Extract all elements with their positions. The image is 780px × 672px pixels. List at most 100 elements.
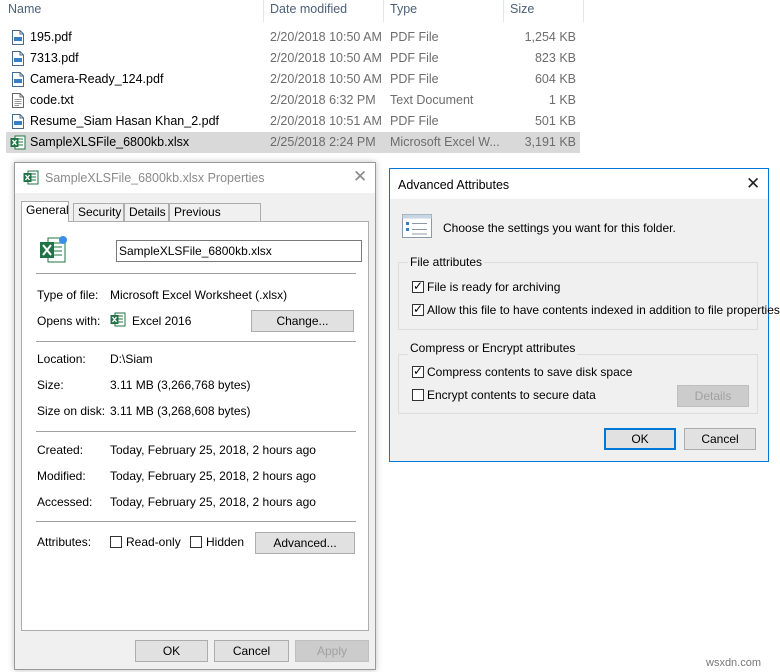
size-on-disk-label: Size on disk:: [37, 404, 106, 418]
column-separator[interactable]: [383, 0, 384, 22]
advanced-button[interactable]: Advanced...: [255, 532, 355, 554]
ok-button[interactable]: OK: [604, 428, 676, 450]
text-file-icon: [12, 93, 24, 108]
column-separator[interactable]: [503, 0, 504, 22]
file-name: 195.pdf: [30, 30, 72, 44]
column-header-name[interactable]: Name: [8, 0, 41, 22]
file-type: Text Document: [390, 93, 474, 107]
tab-security[interactable]: Security: [73, 203, 124, 221]
cancel-button[interactable]: Cancel: [214, 640, 289, 662]
file-row[interactable]: 195.pdf 2/20/2018 10:50 AM PDF File 1,25…: [6, 27, 580, 48]
checkmark-icon: ✓: [413, 279, 424, 293]
file-row[interactable]: 7313.pdf 2/20/2018 10:50 AM PDF File 823…: [6, 48, 580, 69]
read-only-label[interactable]: Read-only: [126, 535, 181, 549]
type-value: Microsoft Excel Worksheet (.xlsx): [110, 288, 288, 302]
column-header-date[interactable]: Date modified: [270, 0, 347, 22]
column-separator[interactable]: [263, 0, 264, 22]
excel-file-large-icon: [40, 236, 67, 263]
close-icon[interactable]: ✕: [746, 175, 760, 192]
type-label: Type of file:: [37, 288, 99, 302]
modified-value: Today, February 25, 2018, 2 hours ago: [110, 469, 316, 483]
file-row[interactable]: code.txt 2/20/2018 6:32 PM Text Document…: [6, 90, 580, 111]
opens-with-label: Opens with:: [37, 314, 101, 328]
file-date: 2/20/2018 10:50 AM: [270, 51, 382, 65]
general-panel: SampleXLSFile_6800kb.xlsx Type of file: …: [21, 221, 369, 631]
close-icon[interactable]: ✕: [353, 168, 367, 185]
file-row-selected[interactable]: SampleXLSFile_6800kb.xlsx 2/25/2018 2:24…: [6, 132, 580, 153]
compress-label[interactable]: Compress contents to save disk space: [427, 365, 632, 379]
index-checkbox[interactable]: ✓: [412, 302, 424, 316]
size-on-disk-value: 3.11 MB (3,268,608 bytes): [110, 404, 251, 418]
size-value: 3.11 MB (3,266,768 bytes): [110, 378, 251, 392]
accessed-label: Accessed:: [37, 495, 93, 509]
column-header-type[interactable]: Type: [390, 0, 417, 22]
file-list: Name Date modified Type Size 195.pdf 2/2…: [0, 0, 780, 160]
read-only-checkbox[interactable]: [110, 536, 122, 548]
filename-field[interactable]: SampleXLSFile_6800kb.xlsx: [116, 240, 362, 262]
file-date: 2/20/2018 6:32 PM: [270, 93, 376, 107]
file-date: 2/20/2018 10:50 AM: [270, 72, 382, 86]
file-name: 7313.pdf: [30, 51, 79, 65]
properties-title: SampleXLSFile_6800kb.xlsx Properties: [45, 171, 265, 185]
location-value: D:\Siam: [110, 352, 153, 366]
file-size: 1 KB: [548, 93, 576, 107]
cancel-button[interactable]: Cancel: [684, 428, 756, 450]
file-type: PDF File: [390, 114, 439, 128]
file-date: 2/25/2018 2:24 PM: [270, 135, 376, 149]
properties-titlebar[interactable]: SampleXLSFile_6800kb.xlsx Properties ✕: [15, 163, 375, 193]
file-name: Resume_Siam Hasan Khan_2.pdf: [30, 114, 220, 128]
file-size: 604 KB: [534, 72, 576, 86]
encrypt-label[interactable]: Encrypt contents to secure data: [427, 388, 596, 402]
tab-previous-versions[interactable]: Previous Versions: [169, 203, 261, 236]
checkmark-icon: ✓: [413, 302, 424, 316]
excel-icon: [23, 170, 39, 185]
opens-with-value: Excel 2016: [132, 314, 192, 328]
file-attributes-group: [398, 262, 758, 330]
archive-checkbox[interactable]: ✓: [412, 279, 424, 293]
hidden-checkbox[interactable]: [190, 536, 202, 548]
file-date: 2/20/2018 10:50 AM: [270, 30, 382, 44]
advanced-titlebar[interactable]: Advanced Attributes ✕: [390, 169, 768, 199]
apply-button[interactable]: Apply: [295, 640, 369, 662]
file-type: PDF File: [390, 72, 439, 86]
column-header-size[interactable]: Size: [510, 0, 534, 22]
change-button[interactable]: Change...: [251, 310, 354, 332]
settings-list-icon: [402, 214, 432, 238]
file-size: 1,254 KB: [524, 30, 576, 44]
created-value: Today, February 25, 2018, 2 hours ago: [110, 443, 316, 457]
file-row[interactable]: Camera-Ready_124.pdf 2/20/2018 10:50 AM …: [6, 69, 580, 90]
excel-app-icon: [110, 312, 126, 327]
advanced-attributes-dialog: Advanced Attributes ✕ Choose the setting…: [389, 168, 780, 462]
compress-encrypt-title: Compress or Encrypt attributes: [408, 341, 578, 355]
file-row[interactable]: Resume_Siam Hasan Khan_2.pdf 2/20/2018 1…: [6, 111, 580, 132]
attributes-label: Attributes:: [37, 535, 92, 549]
excel-icon: [10, 135, 26, 150]
file-name: SampleXLSFile_6800kb.xlsx: [30, 135, 190, 149]
divider: [36, 521, 356, 522]
tab-general[interactable]: General: [21, 201, 69, 222]
details-button[interactable]: Details: [677, 385, 749, 407]
hidden-label[interactable]: Hidden: [206, 535, 244, 549]
column-separator[interactable]: [583, 0, 584, 22]
file-size: 501 KB: [534, 114, 576, 128]
size-label: Size:: [37, 378, 64, 392]
file-size: 3,191 KB: [524, 135, 576, 149]
archive-label[interactable]: File is ready for archiving: [427, 280, 560, 294]
file-name: code.txt: [30, 93, 74, 107]
index-label[interactable]: Allow this file to have contents indexed…: [427, 303, 780, 317]
encrypt-checkbox[interactable]: [412, 389, 424, 401]
file-size: 823 KB: [534, 51, 576, 65]
file-date: 2/20/2018 10:51 AM: [270, 114, 382, 128]
ok-button[interactable]: OK: [135, 640, 208, 662]
created-label: Created:: [37, 443, 84, 457]
accessed-value: Today, February 25, 2018, 2 hours ago: [110, 495, 316, 509]
tab-details[interactable]: Details: [124, 203, 169, 221]
checkmark-icon: ✓: [413, 364, 424, 378]
file-type: PDF File: [390, 51, 439, 65]
location-label: Location:: [37, 352, 86, 366]
file-type: PDF File: [390, 30, 439, 44]
file-name: Camera-Ready_124.pdf: [30, 72, 164, 86]
advanced-title: Advanced Attributes: [398, 178, 510, 192]
compress-checkbox[interactable]: ✓: [412, 364, 424, 378]
divider: [36, 273, 356, 274]
